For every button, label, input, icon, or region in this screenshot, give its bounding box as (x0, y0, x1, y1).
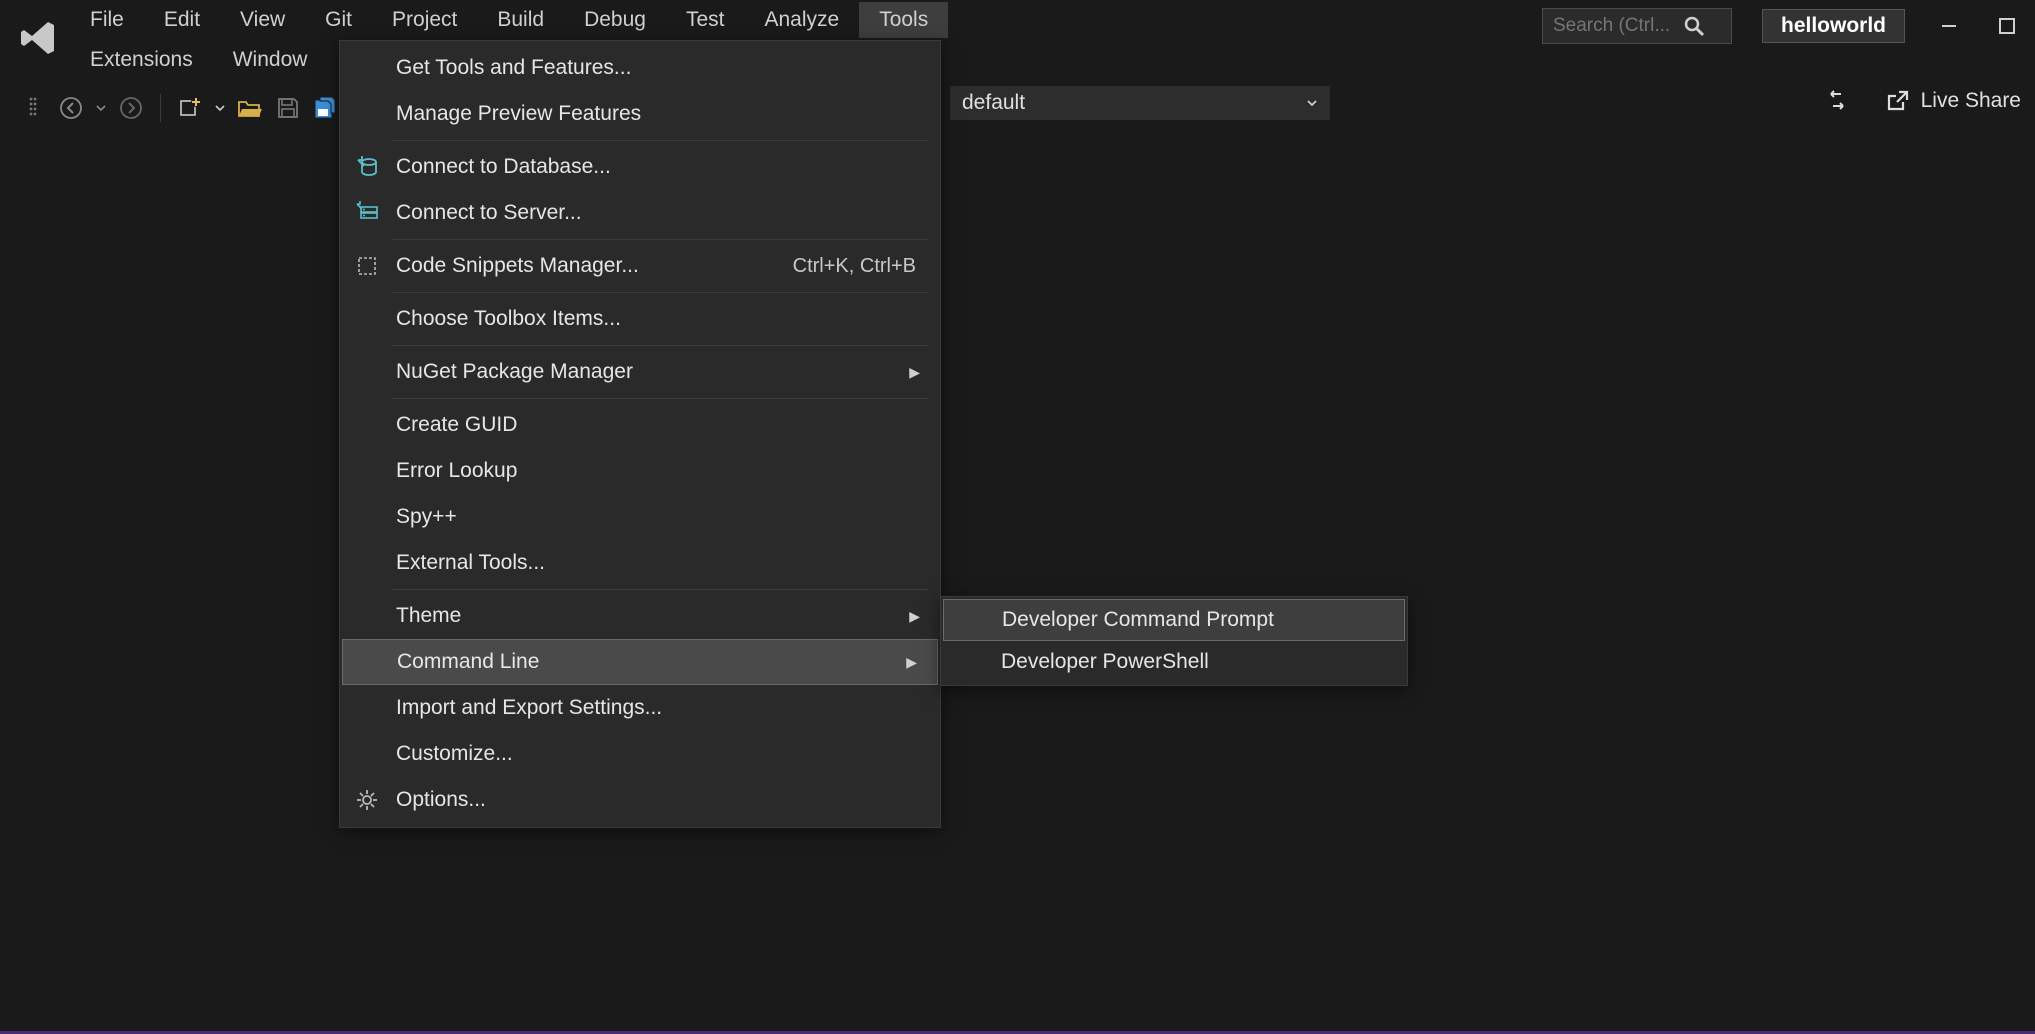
tools-snippets[interactable]: Code Snippets Manager... Ctrl+K, Ctrl+B (340, 243, 940, 289)
menu-label: External Tools... (396, 551, 545, 575)
menu-label: Connect to Database... (396, 155, 611, 179)
submenu-label: Developer PowerShell (1001, 650, 1209, 674)
tools-toolbox[interactable]: Choose Toolbox Items... (340, 296, 940, 342)
submenu-arrow-icon: ▶ (909, 608, 924, 625)
menu-test[interactable]: Test (666, 2, 745, 38)
submenu-dev-cmd-prompt[interactable]: Developer Command Prompt (943, 599, 1405, 641)
new-item-button[interactable] (175, 93, 205, 123)
menu-analyze[interactable]: Analyze (744, 2, 859, 38)
menu-separator (392, 239, 928, 240)
menu-label: Options... (396, 788, 486, 812)
menu-separator (392, 292, 928, 293)
customize-toolbar-icon[interactable] (1827, 86, 1847, 116)
tools-spypp[interactable]: Spy++ (340, 494, 940, 540)
menu-file[interactable]: File (70, 2, 144, 38)
live-share-button[interactable]: Live Share (1885, 88, 2021, 114)
menu-separator (392, 140, 928, 141)
search-box[interactable] (1542, 8, 1732, 44)
search-icon (1683, 15, 1705, 37)
tools-get-tools[interactable]: Get Tools and Features... (340, 45, 940, 91)
menu-label: Theme (396, 604, 461, 628)
menu-shortcut: Ctrl+K, Ctrl+B (793, 255, 924, 278)
menu-label: Create GUID (396, 413, 517, 437)
nav-forward-button[interactable] (116, 93, 146, 123)
tools-menu-popup: Get Tools and Features... Manage Preview… (339, 40, 941, 828)
maximize-button[interactable] (1993, 12, 2021, 40)
nav-back-button[interactable] (56, 93, 86, 123)
menu-project[interactable]: Project (372, 2, 477, 38)
tools-error-lookup[interactable]: Error Lookup (340, 448, 940, 494)
menu-build[interactable]: Build (477, 2, 564, 38)
drag-handle-icon[interactable] (18, 93, 48, 123)
commandline-submenu: Developer Command Prompt Developer Power… (940, 596, 1408, 686)
chevron-down-icon (1306, 97, 1318, 109)
tools-command-line[interactable]: Command Line ▶ (342, 639, 938, 685)
tools-customize[interactable]: Customize... (340, 731, 940, 777)
share-icon (1885, 88, 1911, 114)
tools-external[interactable]: External Tools... (340, 540, 940, 586)
menu-label: Spy++ (396, 505, 457, 529)
menu-label: NuGet Package Manager (396, 360, 633, 384)
tools-nuget[interactable]: NuGet Package Manager ▶ (340, 349, 940, 395)
nav-back-dropdown[interactable] (94, 93, 108, 123)
snippets-icon (354, 253, 380, 279)
tools-connect-server[interactable]: Connect to Server... (340, 190, 940, 236)
live-share-label: Live Share (1921, 89, 2021, 113)
menu-label: Choose Toolbox Items... (396, 307, 621, 331)
project-name: helloworld (1762, 9, 1905, 43)
submenu-label: Developer Command Prompt (1002, 608, 1274, 632)
submenu-arrow-icon: ▶ (906, 654, 921, 671)
menu-edit[interactable]: Edit (144, 2, 220, 38)
toolbar-separator (160, 94, 161, 122)
menu-separator (392, 589, 928, 590)
tools-options[interactable]: Options... (340, 777, 940, 823)
tools-theme[interactable]: Theme ▶ (340, 593, 940, 639)
new-item-dropdown[interactable] (213, 93, 227, 123)
server-icon (354, 200, 380, 226)
menu-label: Command Line (397, 650, 539, 674)
save-all-button[interactable] (311, 93, 341, 123)
save-button[interactable] (273, 93, 303, 123)
open-button[interactable] (235, 93, 265, 123)
menu-debug[interactable]: Debug (564, 2, 666, 38)
menu-label: Connect to Server... (396, 201, 582, 225)
submenu-dev-powershell[interactable]: Developer PowerShell (941, 641, 1407, 683)
config-dropdown-label: default (962, 91, 1025, 115)
submenu-arrow-icon: ▶ (909, 364, 924, 381)
menu-window[interactable]: Window (213, 42, 328, 78)
menu-label: Error Lookup (396, 459, 517, 483)
menu-git[interactable]: Git (305, 2, 372, 38)
menu-tools[interactable]: Tools (859, 2, 948, 38)
menu-label: Get Tools and Features... (396, 56, 631, 80)
tools-guid[interactable]: Create GUID (340, 402, 940, 448)
menu-extensions[interactable]: Extensions (70, 42, 213, 78)
tools-import-export[interactable]: Import and Export Settings... (340, 685, 940, 731)
menu-label: Code Snippets Manager... (396, 254, 639, 278)
vs-logo-icon (18, 18, 58, 58)
minimize-button[interactable] (1935, 12, 1963, 40)
database-icon (354, 154, 380, 180)
gear-icon (354, 787, 380, 813)
tools-manage-preview[interactable]: Manage Preview Features (340, 91, 940, 137)
menubar-row2: Extensions Window (0, 40, 2035, 80)
tools-connect-database[interactable]: Connect to Database... (340, 144, 940, 190)
config-dropdown[interactable]: default (950, 86, 1330, 120)
menu-label: Manage Preview Features (396, 102, 641, 126)
menu-separator (392, 345, 928, 346)
menu-separator (392, 398, 928, 399)
menu-label: Customize... (396, 742, 513, 766)
search-input[interactable] (1553, 15, 1683, 37)
title-right: helloworld (1542, 8, 2021, 44)
menu-view[interactable]: View (220, 2, 305, 38)
menu-label: Import and Export Settings... (396, 696, 662, 720)
